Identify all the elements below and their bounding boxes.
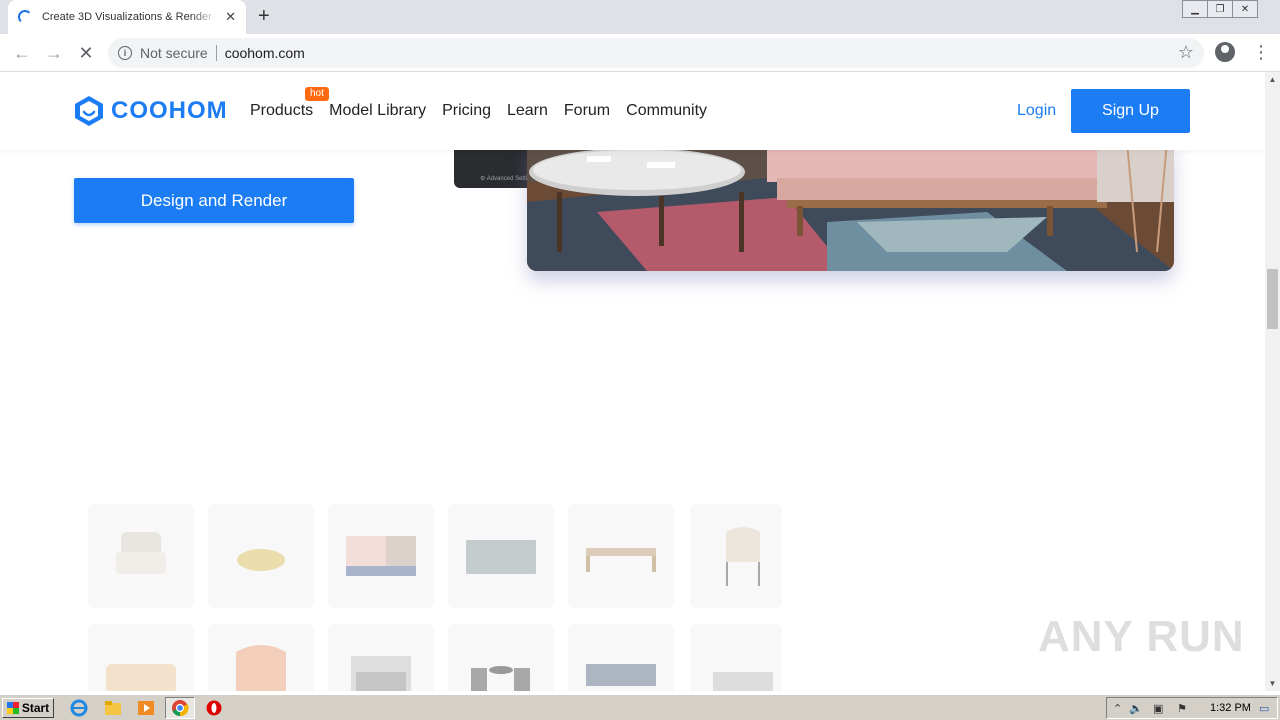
profile-avatar-icon[interactable] [1215,42,1235,62]
main-nav: Products hot Model Library Pricing Learn… [250,87,723,120]
volume-icon[interactable]: 🔈 [1129,702,1143,715]
browser-menu-icon[interactable]: ⋮ [1252,42,1270,62]
nav-products-label: Products [250,102,314,119]
model-tile-sectional[interactable] [568,624,674,691]
design-and-render-button[interactable]: Design and Render [74,178,354,223]
model-tile-coffee-table[interactable] [568,504,674,608]
chrome-icon [172,700,189,717]
model-tile-lounge-chair[interactable] [208,624,314,691]
tab-close-icon[interactable]: ✕ [225,9,236,25]
forward-arrow-icon[interactable]: → [42,41,66,65]
show-desktop-icon[interactable]: ▭ [1259,702,1269,715]
window-controls: ▁ ❐ ✕ [1182,0,1258,18]
login-link[interactable]: Login [1017,102,1056,120]
chair-thumbnail [726,527,760,586]
anyrun-watermark: ANY RUN [1038,612,1245,661]
bookmark-star-icon[interactable]: ☆ [1178,42,1194,63]
sofa-thumbnail [466,540,536,574]
opera-icon[interactable] [205,699,223,717]
page-scrollbar[interactable]: ▲ ▼ [1265,72,1280,691]
network-icon[interactable]: ▣ [1153,702,1163,715]
windows-taskbar: Start ⌃ 🔈 ▣ ⚑ 1:32 PM ▭ [0,694,1280,720]
start-button[interactable]: Start [2,698,54,718]
restore-button[interactable]: ❐ [1207,0,1233,18]
panel-caption: ⚙ Advanced Setti [480,176,528,182]
pendant-lamp-thumbnail [237,549,285,571]
tray-expand-icon[interactable]: ⌃ [1113,702,1122,715]
file-explorer-icon[interactable] [104,699,122,717]
omnibox-divider [215,45,217,61]
browser-tab-strip: Create 3D Visualizations & Render in ✕ +… [0,0,1280,34]
browser-tab[interactable]: Create 3D Visualizations & Render in ✕ [8,0,246,34]
nav-products[interactable]: Products hot [250,87,329,120]
chrome-taskbar-button[interactable] [165,697,195,719]
model-tile-pendant-lamp[interactable] [208,504,314,608]
internet-explorer-icon[interactable] [70,699,88,717]
nav-community[interactable]: Community [626,102,707,120]
address-bar[interactable]: i Not secure coohom.com ☆ [108,38,1204,68]
url-text[interactable]: coohom.com [225,45,305,61]
model-tile-sofa[interactable] [448,504,554,608]
loading-spinner-icon [18,10,32,24]
sectional-thumbnail [586,664,656,686]
windows-flag-icon [6,702,19,714]
minimize-button[interactable]: ▁ [1182,0,1208,18]
nav-learn[interactable]: Learn [507,102,548,120]
desk-thumbnail [713,672,773,691]
hot-badge: hot [305,87,329,101]
scroll-thumb[interactable] [1267,269,1278,329]
tab-title: Create 3D Visualizations & Render in [41,11,218,23]
coffee-table-thumbnail [586,548,656,572]
media-player-icon[interactable] [137,699,155,717]
model-tile-dining-set[interactable] [448,624,554,691]
system-tray: ⌃ 🔈 ▣ ⚑ 1:32 PM ▭ [1106,697,1278,719]
hero-rendering-image [527,142,1174,271]
bed-thumbnail [351,656,411,691]
model-tile-loveseat[interactable] [88,624,194,691]
coohom-logo-icon [75,96,103,126]
stop-loading-icon[interactable]: ✕ [74,41,98,65]
sign-up-button[interactable]: Sign Up [1071,89,1190,133]
coohom-logo[interactable]: COOHOM [73,95,228,127]
info-icon[interactable]: i [118,46,132,60]
page-viewport: ⚙ Advanced Setti COOHOM Products hot Mod… [0,72,1265,691]
site-header: COOHOM Products hot Model Library Pricin… [0,72,1265,150]
model-tile-chair[interactable] [690,504,782,608]
loveseat-thumbnail [106,664,176,691]
action-center-flag-icon[interactable]: ⚑ [1177,702,1187,715]
dining-set-thumbnail [471,666,530,691]
scroll-up-arrow-icon[interactable]: ▲ [1265,72,1280,87]
armchair-thumbnail [116,532,166,574]
model-tile-armchair[interactable] [88,504,194,608]
model-tile-bed[interactable] [328,624,434,691]
nav-pricing[interactable]: Pricing [442,102,491,120]
model-tile-bookshelf[interactable] [328,504,434,608]
nav-model-library[interactable]: Model Library [329,102,426,120]
bookshelf-thumbnail [346,536,416,576]
close-window-button[interactable]: ✕ [1232,0,1258,18]
security-status: Not secure [140,45,208,61]
scroll-down-arrow-icon[interactable]: ▼ [1265,676,1280,691]
new-tab-button[interactable]: + [258,5,270,28]
browser-toolbar: ← → ✕ i Not secure coohom.com ☆ ⋮ [0,34,1280,72]
model-tile-desk[interactable] [690,624,782,691]
logo-text: COOHOM [111,97,228,124]
taskbar-clock[interactable]: 1:32 PM [1210,702,1251,714]
start-label: Start [21,701,50,715]
back-arrow-icon[interactable]: ← [10,41,34,65]
nav-forum[interactable]: Forum [564,102,610,120]
lounge-chair-thumbnail [236,645,286,691]
